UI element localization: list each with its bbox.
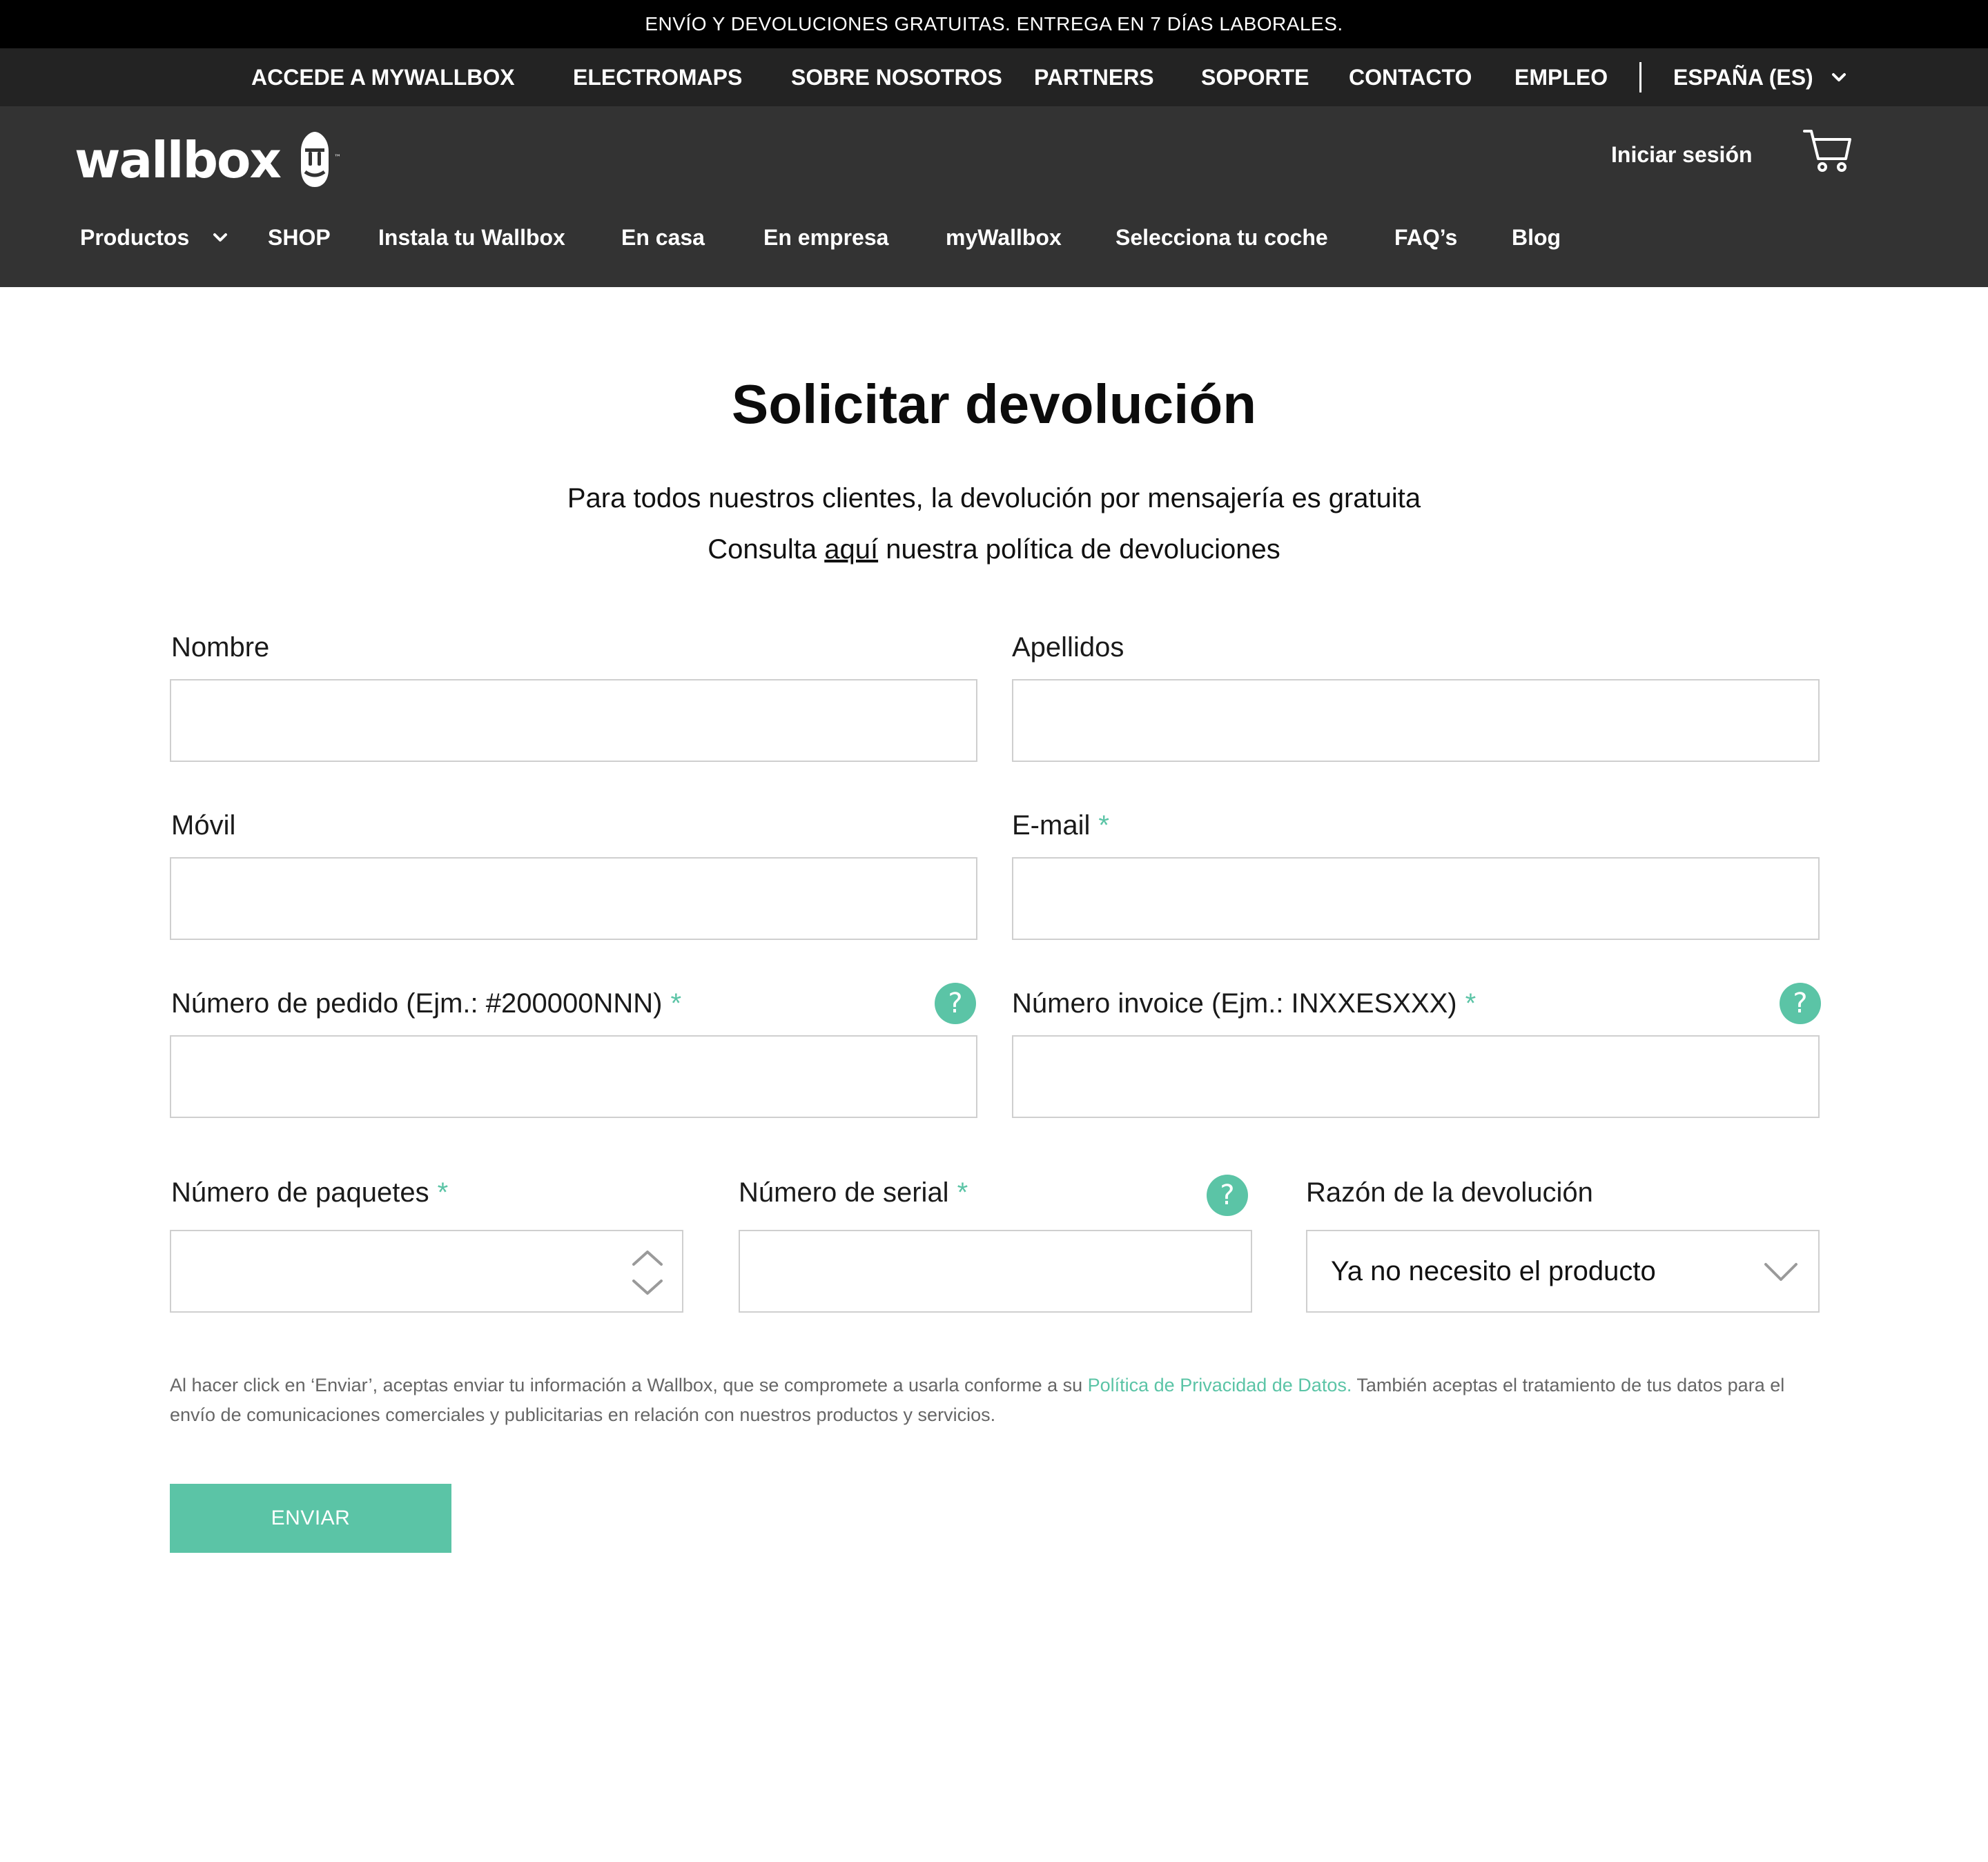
- chevron-down-icon: [213, 233, 228, 242]
- policy-text: Consulta aquí nuestra política de devolu…: [0, 534, 1988, 565]
- pedido-field-wrap: [170, 1035, 977, 1118]
- nav-item-instala[interactable]: Instala tu Wallbox: [378, 217, 565, 258]
- promo-bar: ENVÍO Y DEVOLUCIONES GRATUITAS. ENTREGA …: [0, 0, 1988, 48]
- signin-link[interactable]: Iniciar sesión: [1611, 137, 1753, 173]
- email-input[interactable]: [1013, 859, 1818, 939]
- page-subtitle: Para todos nuestros clientes, la devoluc…: [567, 483, 1421, 513]
- nav-item-en-empresa[interactable]: En empresa: [763, 217, 888, 258]
- topnav-item-empleo[interactable]: EMPLEO: [1514, 48, 1608, 106]
- nombre-input[interactable]: [171, 680, 976, 761]
- email-label: E-mail *: [1012, 807, 1109, 843]
- apellidos-field-wrap: [1012, 679, 1820, 762]
- wallbox-logo-icon: ™: [300, 132, 341, 187]
- required-mark: *: [957, 1177, 968, 1208]
- nav-item-label: Productos: [80, 224, 190, 250]
- nav-item-selecciona-coche[interactable]: Selecciona tu coche: [1115, 217, 1328, 258]
- nombre-label-text: Nombre: [171, 631, 270, 663]
- movil-input[interactable]: [171, 859, 976, 939]
- razon-label-text: Razón de la devolución: [1306, 1177, 1593, 1208]
- submit-button[interactable]: ENVIAR: [170, 1484, 451, 1553]
- chevron-down-icon: [1764, 1263, 1797, 1281]
- policy-after: nuestra política de devoluciones: [878, 534, 1280, 565]
- privacy-policy-link[interactable]: Política de Privacidad de Datos.: [1088, 1375, 1352, 1395]
- legal-before: Al hacer click en ‘Enviar’, aceptas envi…: [170, 1375, 1088, 1395]
- required-mark: *: [437, 1177, 449, 1208]
- pedido-label-text: Número de pedido (Ejm.: #200000NNN): [171, 988, 663, 1019]
- paquetes-field-wrap: [170, 1230, 683, 1313]
- movil-label-text: Móvil: [171, 810, 236, 841]
- nombre-field-wrap: [170, 679, 977, 762]
- apellidos-label-text: Apellidos: [1012, 631, 1124, 663]
- brand-logo[interactable]: wallbox ™: [75, 124, 345, 196]
- top-nav: ACCEDE A MYWALLBOX ELECTROMAPS SOBRE NOS…: [0, 48, 1988, 106]
- nombre-label: Nombre: [171, 629, 269, 665]
- email-label-text: E-mail: [1012, 810, 1091, 841]
- email-field-wrap: [1012, 857, 1820, 940]
- help-icon[interactable]: ?: [1780, 983, 1821, 1024]
- topnav-item-electromaps[interactable]: ELECTROMAPS: [573, 48, 742, 106]
- serial-input[interactable]: [740, 1231, 1251, 1311]
- razon-selected-value: Ya no necesito el producto: [1331, 1255, 1656, 1286]
- apellidos-label: Apellidos: [1012, 629, 1124, 665]
- svg-text:™: ™: [334, 154, 341, 161]
- cart-icon[interactable]: [1803, 127, 1853, 177]
- invoice-field-wrap: [1012, 1035, 1820, 1118]
- nav-item-shop[interactable]: SHOP: [268, 217, 331, 258]
- invoice-label-text: Número invoice (Ejm.: INXXESXXX): [1012, 988, 1457, 1019]
- nav-item-productos[interactable]: Productos: [80, 217, 229, 258]
- help-glyph: ?: [1793, 988, 1808, 1019]
- topnav-item-sobre-nosotros[interactable]: SOBRE NOSOTROS: [791, 48, 1002, 106]
- razon-select[interactable]: Ya no necesito el producto: [1306, 1230, 1820, 1313]
- stepper-icon[interactable]: [630, 1244, 665, 1302]
- policy-before: Consulta: [708, 534, 825, 565]
- paquetes-input[interactable]: [171, 1231, 682, 1311]
- policy-link[interactable]: aquí: [824, 534, 878, 565]
- required-mark: *: [670, 988, 682, 1019]
- invoice-label: Número invoice (Ejm.: INXXESXXX) *: [1012, 986, 1476, 1021]
- help-icon[interactable]: ?: [1207, 1175, 1248, 1216]
- paquetes-label-text: Número de paquetes: [171, 1177, 429, 1208]
- region-label: ESPAÑA (ES): [1673, 64, 1813, 90]
- paquetes-label: Número de paquetes *: [171, 1175, 448, 1211]
- topnav-item-contacto[interactable]: CONTACTO: [1349, 48, 1472, 106]
- pedido-label: Número de pedido (Ejm.: #200000NNN) *: [171, 986, 681, 1021]
- serial-label: Número de serial *: [739, 1175, 968, 1211]
- nav-item-blog[interactable]: Blog: [1512, 217, 1561, 258]
- serial-label-text: Número de serial: [739, 1177, 949, 1208]
- page-title: Solicitar devolución: [731, 373, 1257, 435]
- topnav-item-partners[interactable]: PARTNERS: [1034, 48, 1154, 106]
- chevron-down-icon: [1831, 73, 1846, 81]
- topnav-item-accede[interactable]: ACCEDE A MYWALLBOX: [251, 48, 515, 106]
- help-glyph: ?: [1220, 1179, 1235, 1211]
- apellidos-input[interactable]: [1013, 680, 1818, 761]
- nav-item-en-casa[interactable]: En casa: [621, 217, 705, 258]
- required-mark: *: [1098, 810, 1109, 841]
- main-header: wallbox ™ Iniciar sesión Productos SHOP …: [0, 106, 1988, 287]
- nav-item-faqs[interactable]: FAQ’s: [1394, 217, 1457, 258]
- brand-wordmark: wallbox: [75, 131, 282, 189]
- movil-field-wrap: [170, 857, 977, 940]
- topnav-divider: [1639, 62, 1641, 92]
- movil-label: Móvil: [171, 807, 235, 843]
- pedido-input[interactable]: [171, 1037, 976, 1117]
- nav-item-mywallbox[interactable]: myWallbox: [946, 217, 1062, 258]
- help-glyph: ?: [948, 988, 963, 1019]
- topnav-item-soporte[interactable]: SOPORTE: [1201, 48, 1309, 106]
- invoice-input[interactable]: [1013, 1037, 1818, 1117]
- razon-label: Razón de la devolución: [1306, 1175, 1593, 1211]
- region-selector[interactable]: ESPAÑA (ES): [1673, 48, 1848, 106]
- serial-field-wrap: [739, 1230, 1252, 1313]
- required-mark: *: [1465, 988, 1477, 1019]
- help-icon[interactable]: ?: [935, 983, 976, 1024]
- promo-text: ENVÍO Y DEVOLUCIONES GRATUITAS. ENTREGA …: [645, 13, 1343, 35]
- legal-consent-text: Al hacer click en ‘Enviar’, aceptas envi…: [170, 1371, 1826, 1430]
